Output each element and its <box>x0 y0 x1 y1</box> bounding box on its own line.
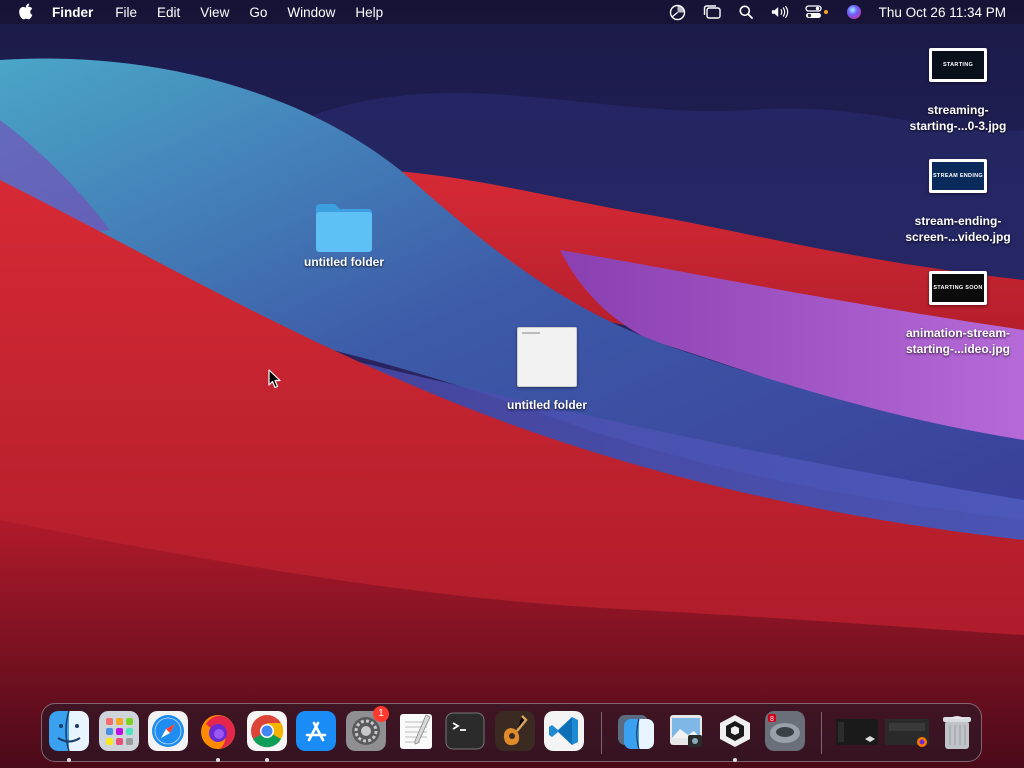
menu-window[interactable]: Window <box>287 5 335 20</box>
chrome-icon[interactable] <box>247 711 287 751</box>
image-thumbnail: STARTING <box>929 48 987 82</box>
menu-help[interactable]: Help <box>355 5 383 20</box>
running-indicator <box>67 758 71 762</box>
running-indicator <box>733 758 737 762</box>
running-indicator <box>216 758 220 762</box>
desktop-file-3[interactable]: STARTING SOON animation-stream- starting… <box>898 271 1018 357</box>
stage-manager-icon[interactable] <box>703 4 721 20</box>
firefox-icon[interactable] <box>198 711 238 751</box>
app-store-icon[interactable] <box>296 711 336 751</box>
minimized-window-1[interactable] <box>836 711 878 751</box>
file-label-line1: stream-ending- <box>914 214 1002 228</box>
safari-icon[interactable] <box>148 711 188 751</box>
file-label-line2: starting-...0-3.jpg <box>909 119 1007 133</box>
folder-label: untitled folder <box>304 255 384 269</box>
textedit-icon[interactable] <box>396 711 436 751</box>
finder-alt-icon[interactable] <box>616 711 656 751</box>
vscode-icon[interactable] <box>544 711 584 751</box>
menu-go[interactable]: Go <box>249 5 267 20</box>
minimized-window-2[interactable] <box>885 711 929 751</box>
control-center-icon[interactable] <box>805 4 829 20</box>
menubar-clock[interactable]: Thu Oct 26 11:34 PM <box>879 5 1006 20</box>
volume-icon[interactable] <box>771 4 789 20</box>
dock-separator <box>601 712 602 754</box>
mouse-cursor-icon <box>268 369 282 394</box>
file-label-line2: screen-...video.jpg <box>905 230 1011 244</box>
menu-edit[interactable]: Edit <box>157 5 180 20</box>
desktop-file-1[interactable]: STARTING streaming- starting-...0-3.jpg <box>898 48 1018 134</box>
file-label-line1: streaming- <box>927 103 989 117</box>
dock: 1 8 <box>41 703 982 762</box>
launchpad-icon[interactable] <box>99 711 139 751</box>
running-indicator <box>265 758 269 762</box>
svg-text:8: 8 <box>770 716 774 723</box>
image-thumbnail: STREAM ENDING <box>929 159 987 193</box>
screen-time-icon[interactable] <box>669 4 687 20</box>
menu-bar: Finder File Edit View Go Window Help Thu… <box>0 0 1024 24</box>
unity-hub-icon[interactable] <box>715 711 755 751</box>
thumbnail-image: STARTING <box>932 51 984 79</box>
preview-icon[interactable] <box>666 711 706 751</box>
document-preview-icon <box>517 327 577 387</box>
search-icon[interactable] <box>737 4 755 20</box>
file-label-line2: starting-...ideo.jpg <box>906 342 1010 356</box>
notification-badge: 1 <box>373 706 389 722</box>
apple-menu-icon[interactable] <box>18 3 36 21</box>
folder-label: untitled folder <box>507 398 587 412</box>
game-app-icon[interactable]: 8 <box>765 711 805 751</box>
desktop-folder-1[interactable]: untitled folder <box>294 198 394 270</box>
menu-file[interactable]: File <box>115 5 137 20</box>
file-label-line1: animation-stream- <box>905 326 1011 340</box>
folder-icon <box>313 198 375 254</box>
garageband-icon[interactable] <box>495 711 535 751</box>
terminal-icon[interactable] <box>445 711 485 751</box>
dock-separator <box>821 712 822 754</box>
desktop-file-2[interactable]: STREAM ENDING stream-ending- screen-...v… <box>898 159 1018 245</box>
siri-icon[interactable] <box>845 4 863 20</box>
thumbnail-image: STARTING SOON <box>932 274 984 302</box>
menu-view[interactable]: View <box>200 5 229 20</box>
thumbnail-image: STREAM ENDING <box>932 162 984 190</box>
image-thumbnail: STARTING SOON <box>929 271 987 305</box>
menu-app-finder[interactable]: Finder <box>52 5 93 20</box>
trash-icon[interactable] <box>937 711 977 751</box>
menu-status-area: Thu Oct 26 11:34 PM <box>653 0 1006 24</box>
desktop-folder-2[interactable]: untitled folder <box>497 327 597 413</box>
finder-icon[interactable] <box>49 711 89 751</box>
